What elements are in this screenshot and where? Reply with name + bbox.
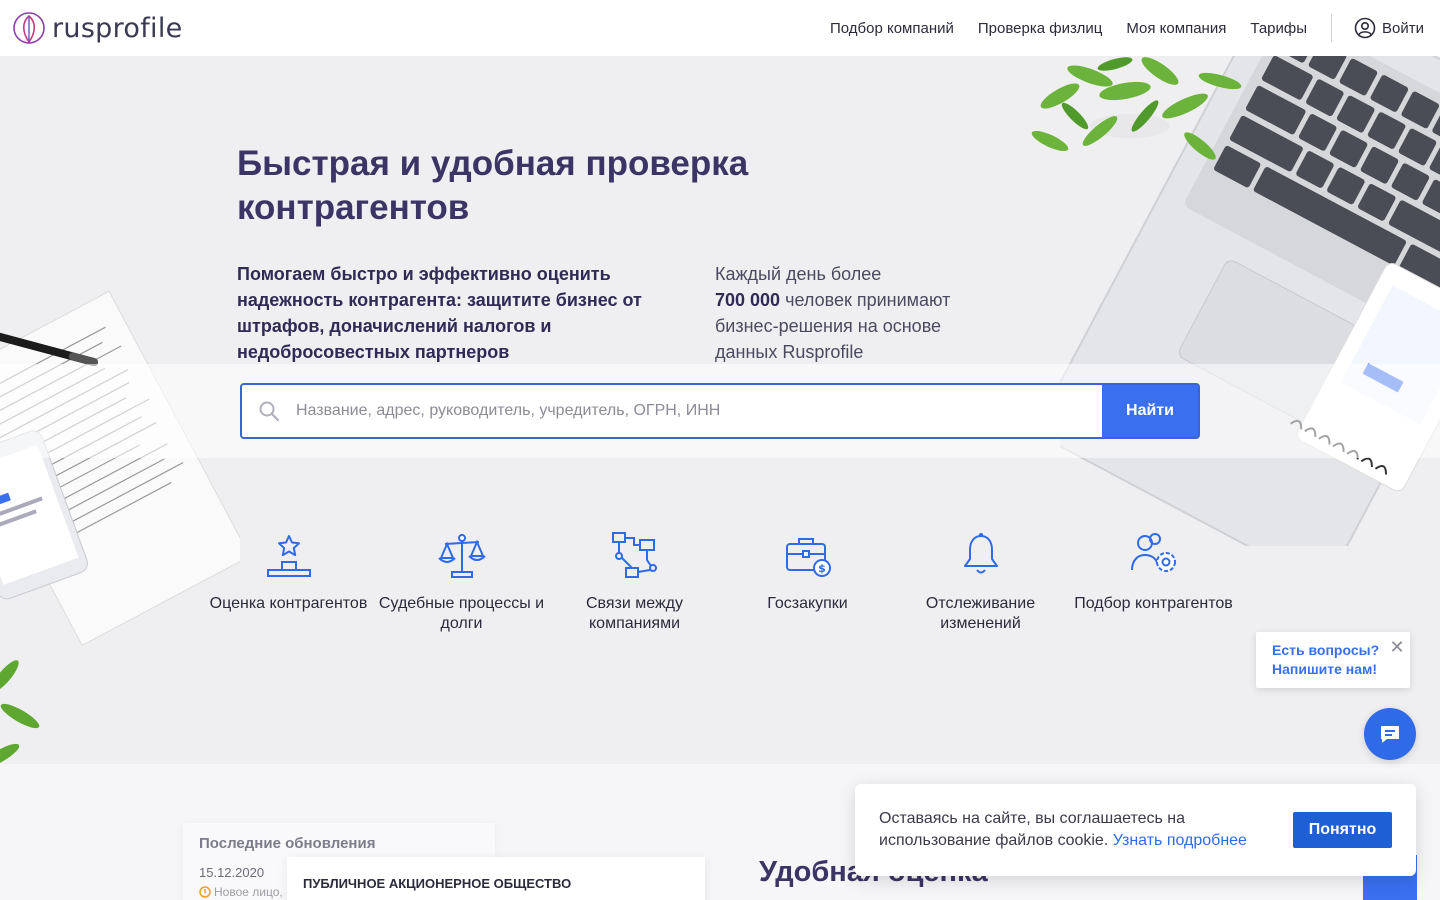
feature-tracking[interactable]: Отслеживание изменений — [894, 530, 1067, 634]
search-input[interactable] — [296, 385, 1102, 437]
cookie-accept-button[interactable]: Понятно — [1293, 812, 1392, 848]
nav-my-company[interactable]: Моя компания — [1126, 20, 1226, 37]
search-button[interactable]: Найти — [1102, 385, 1198, 437]
feature-label: Госзакупки — [767, 595, 848, 612]
scales-icon — [437, 534, 486, 578]
user-icon — [1354, 17, 1376, 39]
company-card-title: ПУБЛИЧНОЕ АКЦИОНЕРНОЕ ОБЩЕСТВО — [303, 876, 572, 891]
nav-divider — [1331, 14, 1333, 42]
cookie-text: Оставаясь на сайте, вы соглашаетесь на и… — [879, 808, 1279, 852]
briefcase-money-icon: $ — [785, 538, 831, 577]
cookie-banner: Оставаясь на сайте, вы соглашаетесь на и… — [855, 784, 1416, 876]
nav-pricing[interactable]: Тарифы — [1250, 20, 1307, 37]
close-icon[interactable]: ✕ — [1388, 638, 1406, 656]
plant-illustration — [1031, 57, 1242, 160]
feature-rating[interactable]: Оценка контрагентов — [202, 530, 375, 634]
updates-note-text: Новое лицо, — [214, 885, 283, 899]
chat-line1: Есть вопросы? — [1272, 642, 1380, 658]
warning-icon — [199, 886, 211, 898]
stats-highlight: 700 000 — [715, 290, 781, 310]
svg-text:$: $ — [818, 562, 826, 575]
feature-selection[interactable]: Подбор контрагентов — [1067, 530, 1240, 634]
features-list: Оценка контрагентов Судебные процессы и … — [202, 530, 1240, 634]
site-header: rusprofile Подбор компаний Проверка физл… — [0, 0, 1440, 56]
chat-prompt-text: Есть вопросы? Напишите нам! — [1272, 641, 1379, 679]
nav-person-check[interactable]: Проверка физлиц — [978, 20, 1103, 37]
updates-note: Новое лицо, — [199, 885, 283, 899]
bell-icon — [963, 533, 998, 574]
chat-prompt[interactable]: Есть вопросы? Напишите нам! ✕ — [1256, 632, 1410, 688]
hero-stats: Каждый день более 700 000 человек приним… — [715, 261, 995, 365]
feature-connections[interactable]: Связи между компаниями — [548, 530, 721, 634]
chat-line2: Напишите нам! — [1272, 661, 1378, 677]
updates-title: Последние обновления — [199, 835, 376, 852]
nav-company-search[interactable]: Подбор компаний — [830, 20, 954, 37]
feature-label: Отслеживание изменений — [925, 595, 1036, 632]
logo-text: rusprofile — [52, 12, 183, 44]
company-card[interactable]: ПУБЛИЧНОЕ АКЦИОНЕРНОЕ ОБЩЕСТВО — [287, 857, 705, 900]
search-bar: Найти — [240, 383, 1200, 439]
login-label: Войти — [1382, 19, 1424, 37]
chat-button[interactable] — [1364, 708, 1416, 760]
hero-title: Быстрая и удобная проверка контрагентов — [237, 144, 749, 227]
feature-procurement[interactable]: $ Госзакупки — [721, 530, 894, 634]
chat-icon — [1381, 726, 1399, 743]
login-button[interactable]: Войти — [1354, 17, 1424, 39]
feature-label: Оценка контрагентов — [209, 595, 368, 612]
users-gear-icon — [1130, 533, 1176, 572]
hero-description: Помогаем быстро и эффективно оценить над… — [237, 264, 642, 362]
search-icon — [242, 385, 296, 437]
feature-label: Подбор контрагентов — [1074, 595, 1233, 612]
feature-label: Судебные процессы и долги — [378, 595, 545, 632]
rating-icon — [266, 535, 311, 577]
connections-icon — [611, 532, 657, 578]
plant-leaf-illustration — [0, 660, 40, 764]
feature-courts[interactable]: Судебные процессы и долги — [375, 530, 548, 634]
logo-icon — [13, 12, 45, 44]
main-nav: Подбор компаний Проверка физлиц Моя комп… — [806, 0, 1424, 56]
feature-label: Связи между компаниями — [585, 595, 683, 632]
logo[interactable]: rusprofile — [12, 10, 183, 46]
updates-date: 15.12.2020 — [199, 865, 265, 880]
cookie-more-link[interactable]: Узнать подробнее — [1113, 832, 1247, 849]
stats-prefix: Каждый день более — [715, 264, 882, 284]
